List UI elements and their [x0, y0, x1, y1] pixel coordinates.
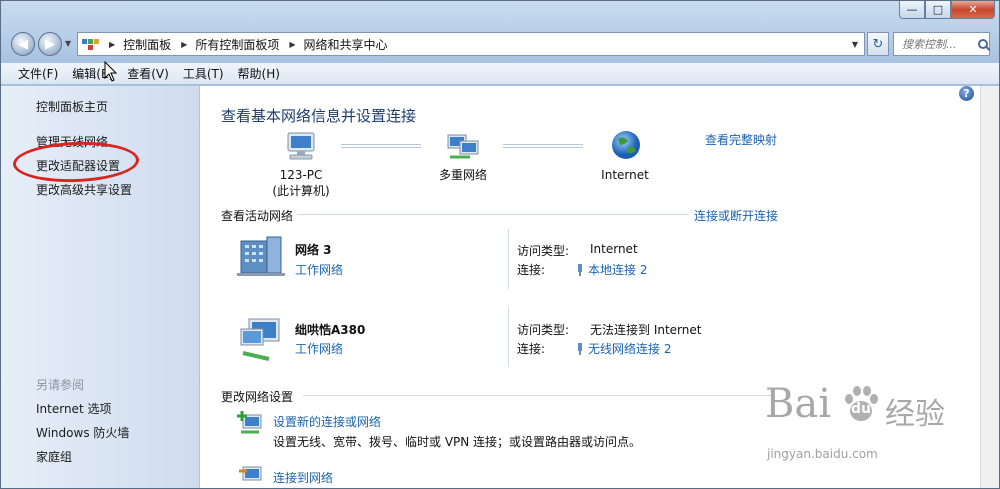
watermark-url: jingyan.baidu.com: [767, 447, 878, 461]
map-link-line: [503, 144, 583, 148]
vertical-scrollbar[interactable]: [980, 86, 999, 488]
network-building-icon: [237, 236, 285, 276]
connect-network-icon: [239, 466, 262, 481]
refresh-button[interactable]: ↻: [867, 32, 889, 56]
page-title: 查看基本网络信息并设置连接: [221, 107, 417, 125]
access-type-label: 访问类型:: [517, 323, 570, 337]
menu-help[interactable]: 帮助(H): [231, 65, 287, 82]
baidu-watermark: Bai du 经验 jingyan.baidu.com: [765, 379, 965, 469]
arrow-right-icon: ▶: [45, 36, 55, 52]
network-type-link[interactable]: 工作网络: [295, 340, 343, 357]
map-node-internet: Internet: [601, 168, 649, 182]
watermark-brand: Bai: [765, 381, 832, 427]
maximize-button[interactable]: □: [925, 1, 951, 19]
search-input[interactable]: [900, 36, 976, 52]
connection-link[interactable]: 本地连接 2: [576, 261, 647, 278]
crumb-all-items[interactable]: 所有控制面板项: [195, 36, 279, 53]
chevron-right-icon[interactable]: ▶: [289, 40, 295, 49]
map-link-line: [341, 144, 421, 148]
address-dropdown-icon[interactable]: ▼: [852, 40, 858, 49]
section-divider: [297, 214, 689, 215]
address-bar[interactable]: ▶ 控制面板 ▶ 所有控制面板项 ▶ 网络和共享中心 ▼: [77, 32, 865, 56]
address-row: ◀ ▶ ▼ ▶ 控制面板 ▶ 所有控制面板项 ▶ 网络和共享中心 ▼ ↻: [1, 29, 999, 61]
computer-icon: [287, 132, 315, 160]
close-button[interactable]: ✕: [951, 1, 995, 19]
full-map-link[interactable]: 查看完整映射: [705, 131, 777, 148]
connection-name[interactable]: 无线网络连接 2: [588, 340, 671, 357]
back-button[interactable]: ◀: [11, 32, 35, 56]
search-box[interactable]: [893, 32, 990, 56]
connection-label: 连接:: [517, 263, 546, 277]
new-connection-icon: [237, 411, 262, 434]
see-also-heading: 另请参阅: [36, 378, 85, 392]
map-node-network: 多重网络: [438, 168, 487, 182]
connect-disconnect-link[interactable]: 连接或断开连接: [694, 207, 778, 224]
control-panel-icon: [81, 35, 99, 53]
history-dropdown[interactable]: ▼: [65, 39, 71, 48]
network-name: 网络 3: [295, 243, 332, 257]
connection-label: 连接:: [517, 342, 546, 356]
access-type-label: 访问类型:: [517, 244, 570, 258]
menu-view[interactable]: 查看(V): [120, 65, 176, 82]
menu-bar: 文件(F) 编辑(E) 查看(V) 工具(T) 帮助(H): [1, 63, 999, 85]
setup-connection-desc: 设置无线、宽带、拨号、临时或 VPN 连接；或设置路由器或访问点。: [273, 435, 642, 449]
network-type-link[interactable]: 工作网络: [295, 261, 343, 278]
change-settings-heading: 更改网络设置: [221, 390, 294, 404]
search-icon[interactable]: [978, 39, 988, 49]
crumb-control-panel[interactable]: 控制面板: [123, 36, 171, 53]
sidebar-item-internet-options[interactable]: Internet 选项: [36, 400, 111, 417]
map-node-pc: 123-PC (此计算机): [265, 167, 337, 199]
arrow-left-icon: ◀: [18, 36, 28, 52]
pc-subtitle: (此计算机): [272, 184, 330, 198]
ethernet-plug-icon: [578, 263, 582, 276]
column-divider: [508, 229, 509, 289]
sidebar-item-home[interactable]: 控制面板主页: [36, 98, 108, 115]
refresh-icon: ↻: [872, 36, 884, 52]
crumb-network-center[interactable]: 网络和共享中心: [304, 36, 388, 53]
mouse-cursor-icon: [104, 61, 118, 82]
setup-connection-link[interactable]: 设置新的连接或网络: [273, 413, 381, 430]
watermark-brand2: du: [851, 401, 871, 417]
multiple-networks-icon: [447, 134, 479, 159]
caption-buttons: — □ ✕: [899, 1, 995, 19]
network-name: 绌哄悎A380: [295, 323, 366, 337]
active-networks-heading: 查看活动网络: [221, 209, 294, 223]
sidebar-item-advanced-sharing[interactable]: 更改高级共享设置: [36, 181, 132, 198]
menu-file[interactable]: 文件(F): [11, 65, 65, 82]
access-type-value: 无法连接到 Internet: [590, 323, 702, 337]
pc-name: 123-PC: [279, 168, 323, 182]
chevron-right-icon: ▶: [109, 39, 116, 49]
connect-to-network-link[interactable]: 连接到网络: [273, 469, 333, 486]
menu-tools[interactable]: 工具(T): [176, 65, 231, 82]
chevron-right-icon[interactable]: ▶: [181, 40, 187, 49]
watermark-cn: 经验: [885, 397, 945, 432]
help-icon[interactable]: ?: [959, 86, 974, 101]
sidebar-item-firewall[interactable]: Windows 防火墙: [36, 424, 129, 441]
forward-button[interactable]: ▶: [38, 32, 62, 56]
section-divider: [303, 395, 773, 396]
connection-name[interactable]: 本地连接 2: [588, 261, 647, 278]
window: — □ ✕ ◀ ▶ ▼ ▶ 控制面板 ▶ 所有控制面板项 ▶ 网络和共享中心 ▼…: [0, 0, 1000, 489]
network-computers-icon: [240, 318, 280, 361]
column-divider: [508, 307, 509, 367]
breadcrumb: ▶ 控制面板 ▶ 所有控制面板项 ▶ 网络和共享中心: [99, 36, 388, 53]
access-type-value: Internet: [590, 242, 638, 256]
sidebar-item-homegroup[interactable]: 家庭组: [36, 448, 72, 465]
globe-icon: [612, 131, 640, 159]
wireless-signal-icon: [578, 342, 582, 355]
connection-link[interactable]: 无线网络连接 2: [576, 340, 671, 357]
minimize-button[interactable]: —: [899, 1, 925, 19]
